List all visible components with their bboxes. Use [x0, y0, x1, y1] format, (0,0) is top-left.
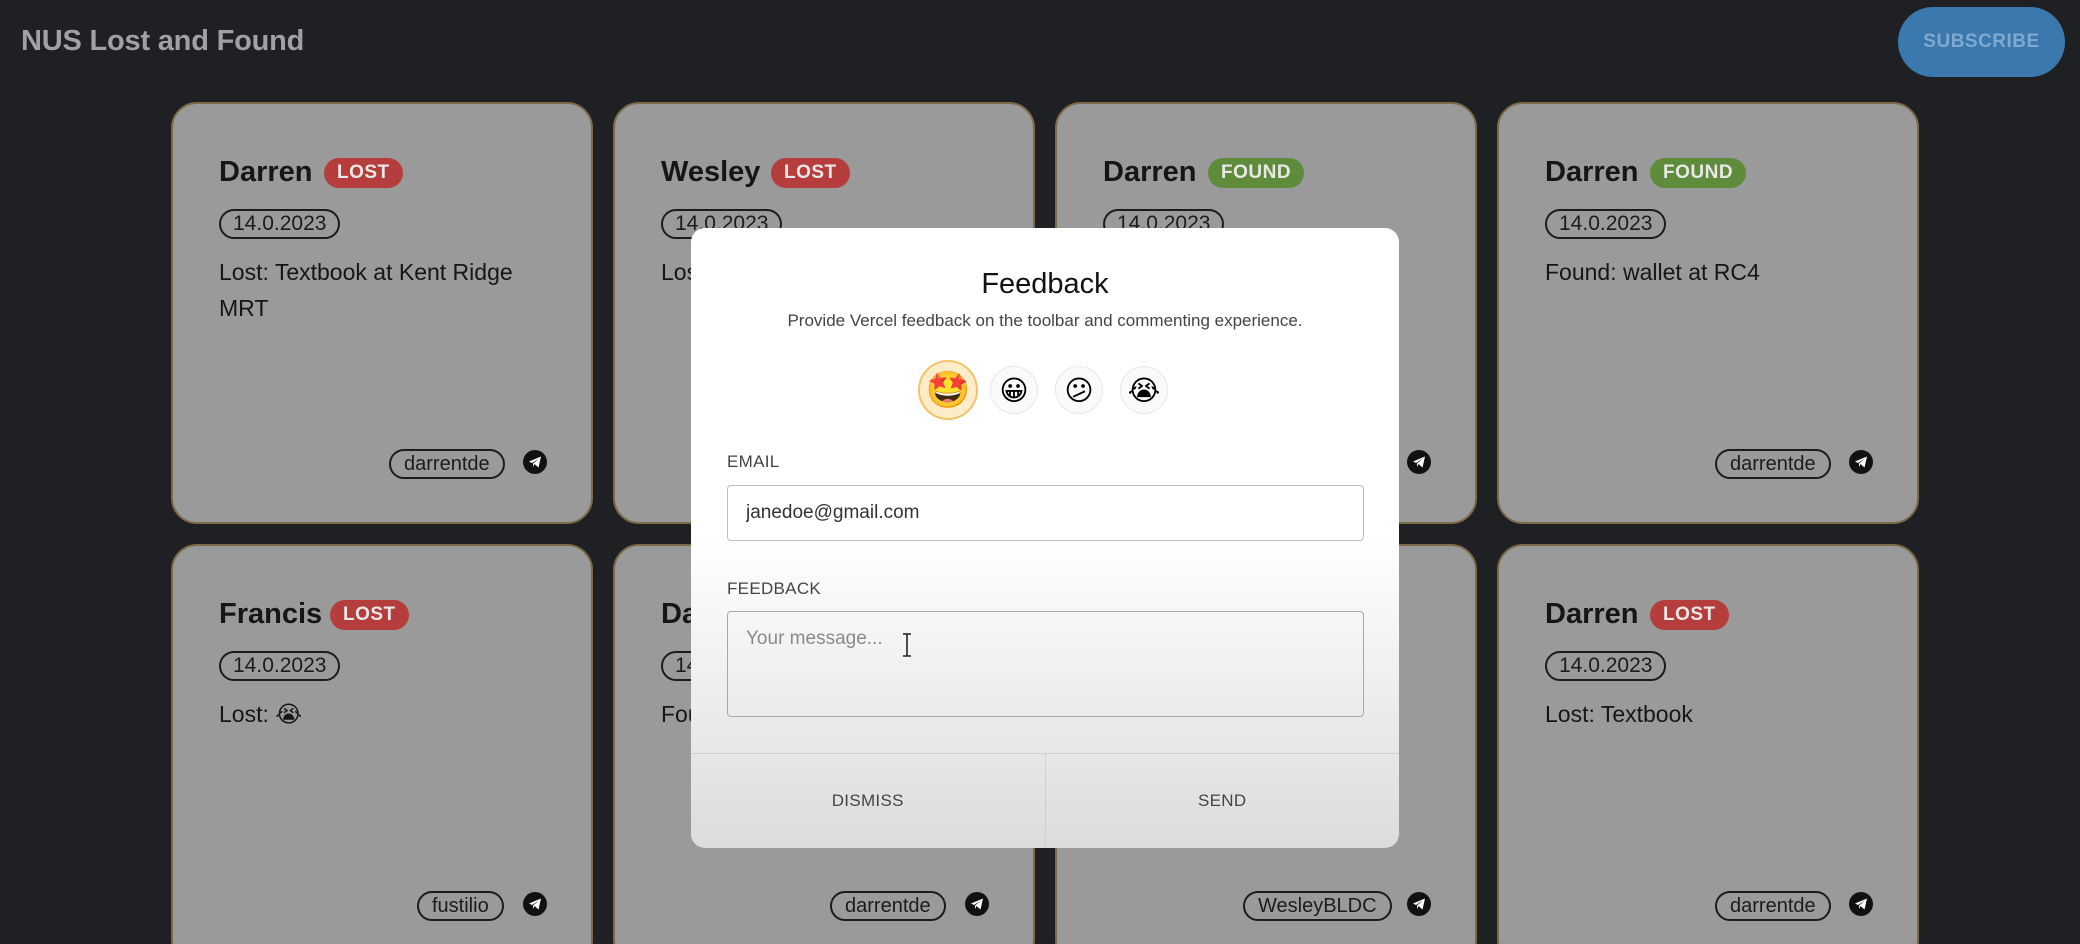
modal-footer: DISMISS SEND [691, 753, 1399, 848]
feedback-modal: Feedback Provide Vercel feedback on the … [691, 228, 1399, 848]
dismiss-button[interactable]: DISMISS [691, 754, 1046, 848]
modal-title: Feedback [981, 268, 1109, 300]
modal-subtitle: Provide Vercel feedback on the toolbar a… [787, 311, 1303, 330]
email-field[interactable] [727, 485, 1364, 541]
feedback-textarea[interactable] [727, 611, 1364, 717]
crying-emoji-button[interactable]: 😭 [1120, 366, 1168, 414]
star-struck-emoji-button[interactable]: 🤩 [918, 360, 978, 420]
confused-emoji-button[interactable]: 😕 [1055, 366, 1103, 414]
grinning-emoji-button[interactable]: 😀 [990, 366, 1038, 414]
feedback-label: FEEDBACK [727, 579, 822, 598]
text-cursor-icon [903, 633, 911, 657]
send-button[interactable]: SEND [1046, 754, 1400, 848]
rating-emoji-row: 🤩 😀 😕 😭 [918, 360, 1178, 420]
email-label: EMAIL [727, 452, 780, 471]
